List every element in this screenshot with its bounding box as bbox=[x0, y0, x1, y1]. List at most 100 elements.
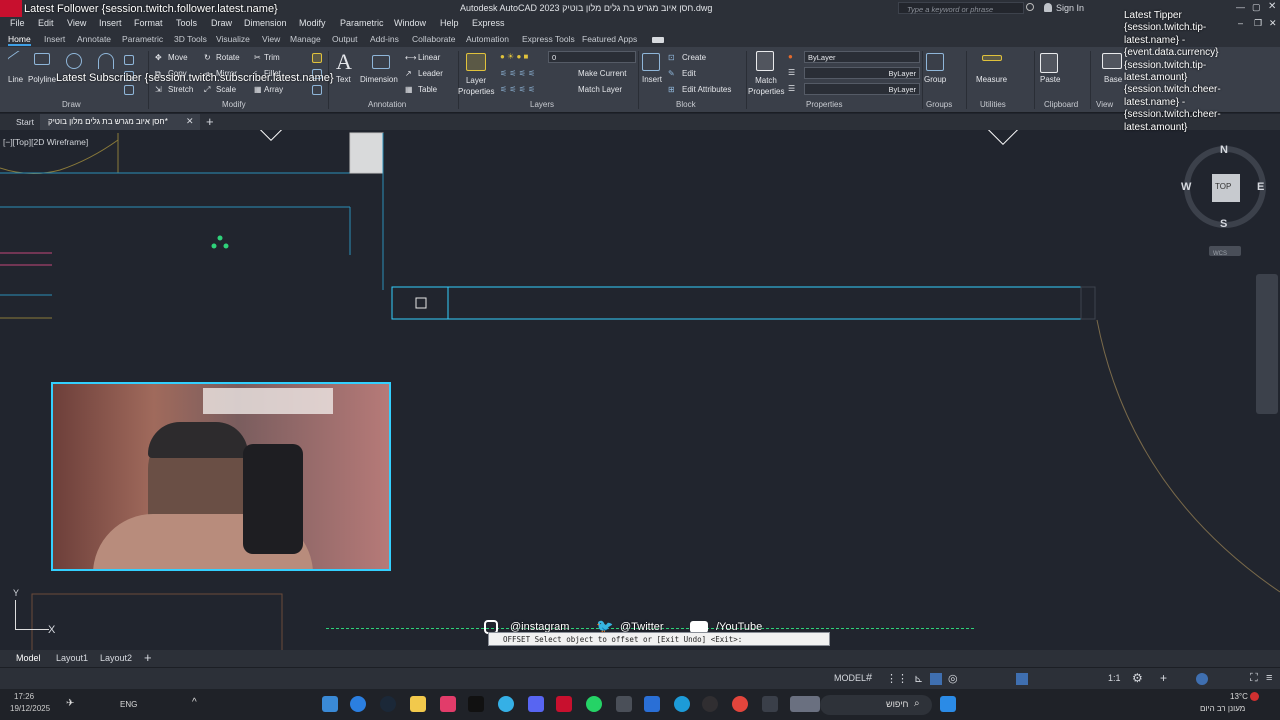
create-block-button[interactable]: Create bbox=[682, 53, 706, 62]
chrome-icon[interactable] bbox=[732, 696, 748, 712]
command-prompt[interactable]: OFFSET Select object to offset or [Exit … bbox=[489, 635, 742, 644]
properties-panel-label[interactable]: Properties bbox=[806, 100, 842, 109]
tab-view[interactable]: View bbox=[262, 34, 280, 44]
groups-panel-label[interactable]: Groups bbox=[926, 100, 952, 109]
language-indicator[interactable]: ENG bbox=[120, 700, 137, 709]
grid-icon[interactable]: # bbox=[866, 672, 872, 684]
customize-icon[interactable]: ≡ bbox=[1266, 672, 1272, 684]
rectangle-icon[interactable] bbox=[124, 55, 134, 65]
steam-icon[interactable] bbox=[380, 696, 396, 712]
search-input[interactable]: Type a keyword or phrase bbox=[899, 5, 993, 14]
close-tab-icon[interactable]: ✕ bbox=[186, 116, 194, 127]
annotation-panel-label[interactable]: Annotation bbox=[368, 100, 406, 109]
layer-dropdown[interactable]: 0 bbox=[548, 51, 636, 63]
tab-visualize[interactable]: Visualize bbox=[216, 34, 250, 44]
drawing-tab-label[interactable]: חסן איוב מגרש בת גלים מלון בוטיק* bbox=[48, 117, 168, 126]
app-icon-1[interactable] bbox=[322, 696, 338, 712]
draw-panel-label[interactable]: Draw bbox=[62, 100, 81, 109]
tray-icons[interactable]: ✈ bbox=[66, 698, 74, 709]
color-dropdown[interactable]: ByLayer bbox=[804, 51, 920, 63]
sign-in-link[interactable]: Sign In bbox=[1056, 3, 1084, 13]
edge-icon[interactable] bbox=[674, 696, 690, 712]
start-tab[interactable]: Start bbox=[16, 117, 34, 127]
dimension-icon[interactable] bbox=[372, 55, 390, 69]
compass-east[interactable]: E bbox=[1257, 181, 1264, 193]
base-view-button[interactable]: Base bbox=[1104, 75, 1122, 84]
viewcube-top-label[interactable]: TOP bbox=[1215, 182, 1231, 191]
erase-icon[interactable] bbox=[312, 53, 322, 63]
menu-dimension[interactable]: Dimension bbox=[244, 18, 287, 28]
fullscreen-icon[interactable]: ⛶ bbox=[1250, 672, 1258, 685]
dimension-button[interactable]: Dimension bbox=[360, 75, 398, 84]
ribbon-options-icon[interactable] bbox=[652, 37, 664, 43]
polar-icon[interactable] bbox=[930, 673, 942, 685]
menu-window[interactable]: Window bbox=[394, 18, 426, 28]
model-space-button[interactable]: MODEL bbox=[834, 673, 866, 683]
add-layout-icon[interactable]: + bbox=[144, 650, 152, 665]
paste-button[interactable]: Paste bbox=[1040, 75, 1060, 84]
workspace-gear-icon[interactable]: ⚙ bbox=[1132, 671, 1143, 685]
compass-north[interactable]: N bbox=[1220, 144, 1228, 156]
group-icon[interactable] bbox=[926, 53, 944, 71]
layout-tab-layout1[interactable]: Layout1 bbox=[56, 653, 88, 663]
menu-draw[interactable]: Draw bbox=[211, 18, 232, 28]
edit-block-button[interactable]: Edit bbox=[682, 69, 696, 78]
menu-file[interactable]: File bbox=[10, 18, 25, 28]
menu-edit[interactable]: Edit bbox=[38, 18, 54, 28]
menu-tools[interactable]: Tools bbox=[176, 18, 197, 28]
layer-properties-button[interactable]: Layer Properties bbox=[458, 75, 494, 97]
viewcube[interactable]: TOP bbox=[1184, 146, 1266, 228]
app-icon-7[interactable] bbox=[498, 696, 514, 712]
tab-home[interactable]: Home bbox=[8, 34, 31, 46]
circle-icon[interactable] bbox=[66, 53, 82, 69]
polyline-icon[interactable] bbox=[34, 53, 50, 65]
discord-icon[interactable] bbox=[528, 696, 544, 712]
wcs-menu[interactable]: WCS bbox=[1209, 246, 1241, 257]
scale-button[interactable]: Scale bbox=[216, 85, 236, 94]
app-icon-16[interactable] bbox=[762, 696, 778, 712]
layer-properties-icon[interactable] bbox=[466, 53, 486, 71]
search-field[interactable]: Type a keyword or phrase bbox=[898, 2, 1024, 14]
menu-help[interactable]: Help bbox=[440, 18, 459, 28]
block-panel-label[interactable]: Block bbox=[676, 100, 696, 109]
make-current-button[interactable]: Make Current bbox=[578, 69, 626, 78]
table-button[interactable]: Table bbox=[418, 85, 437, 94]
menu-insert[interactable]: Insert bbox=[99, 18, 122, 28]
measure-button[interactable]: Measure bbox=[976, 75, 1007, 84]
selected-rectangle[interactable] bbox=[391, 286, 1082, 320]
text-button[interactable]: Text bbox=[336, 75, 351, 84]
menu-express[interactable]: Express bbox=[472, 18, 505, 28]
match-properties-icon[interactable] bbox=[756, 51, 774, 71]
start-icon[interactable] bbox=[940, 696, 956, 712]
leader-button[interactable]: Leader bbox=[418, 69, 443, 78]
line-button[interactable]: Line bbox=[8, 75, 23, 84]
group-button[interactable]: Group bbox=[924, 75, 946, 84]
move-button[interactable]: Move bbox=[168, 53, 188, 62]
menu-modify[interactable]: Modify bbox=[299, 18, 326, 28]
app-logo-icon[interactable] bbox=[0, 0, 22, 17]
edit-attributes-button[interactable]: Edit Attributes bbox=[682, 85, 731, 94]
trim-button[interactable]: Trim bbox=[264, 53, 280, 62]
base-view-icon[interactable] bbox=[1102, 53, 1122, 69]
annotation-scale[interactable]: 1:1 bbox=[1108, 673, 1121, 683]
measure-icon[interactable] bbox=[982, 55, 1002, 61]
tab-3d-tools[interactable]: 3D Tools bbox=[174, 34, 207, 44]
gradient-icon[interactable] bbox=[124, 85, 134, 95]
insert-icon[interactable] bbox=[642, 53, 660, 71]
compass-west[interactable]: W bbox=[1181, 181, 1191, 193]
offset-icon[interactable] bbox=[312, 85, 322, 95]
folder-icon[interactable] bbox=[410, 696, 426, 712]
match-layer-button[interactable]: Match Layer bbox=[578, 85, 622, 94]
line-icon[interactable] bbox=[7, 50, 27, 70]
menu-format[interactable]: Format bbox=[134, 18, 163, 28]
snap-icon[interactable]: ⋮⋮ bbox=[886, 672, 908, 685]
tab-collaborate[interactable]: Collaborate bbox=[412, 34, 455, 44]
tray-chevron-icon[interactable]: ^ bbox=[192, 697, 197, 708]
lineweight-dropdown[interactable]: ByLayer bbox=[804, 67, 920, 79]
command-line[interactable]: OFFSET Select object to offset or [Exit … bbox=[488, 632, 830, 646]
calculator-icon[interactable] bbox=[616, 696, 632, 712]
whatsapp-icon[interactable] bbox=[586, 696, 602, 712]
tab-add-ins[interactable]: Add-ins bbox=[370, 34, 399, 44]
tab-manage[interactable]: Manage bbox=[290, 34, 321, 44]
obs-icon[interactable] bbox=[702, 696, 718, 712]
